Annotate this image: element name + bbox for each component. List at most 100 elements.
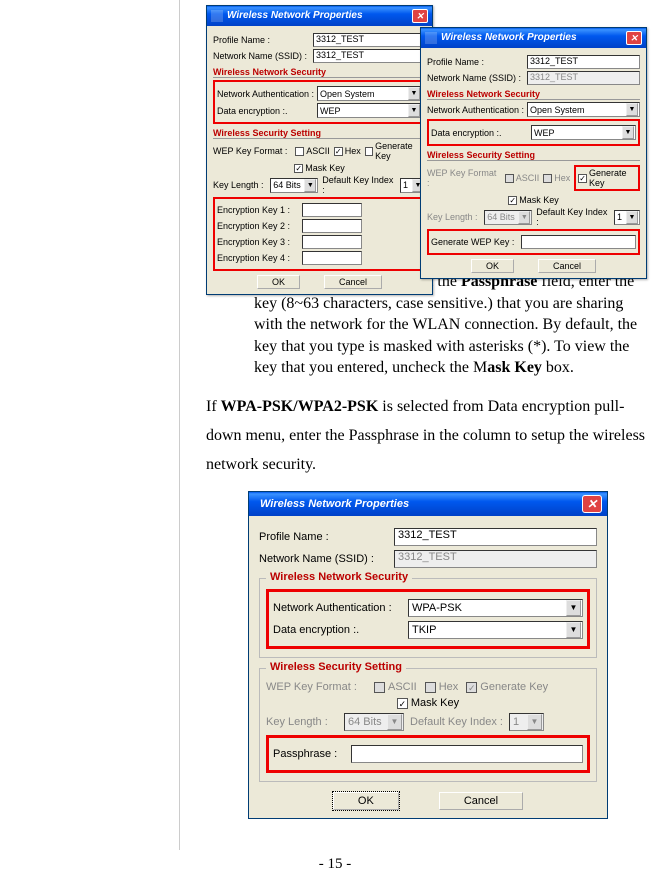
hex-checkbox[interactable]: Hex [334,146,361,156]
enc-select[interactable]: WEP▼ [531,125,636,140]
generate-wep-label: Generate WEP Key : [431,237,521,247]
group-security-setting: Wireless Security Setting [213,128,426,139]
ssid-label: Network Name (SSID) : [259,553,394,565]
chevron-down-icon[interactable]: ▼ [626,211,638,224]
cancel-button[interactable]: Cancel [324,275,382,289]
default-key-index-select[interactable]: 1▼ [614,210,640,225]
default-key-index-label: Default Key Index : [410,716,503,728]
profile-name-input[interactable]: 3312_TEST [394,528,597,546]
wep-format-label: WEP Key Format : [266,681,366,693]
auth-select[interactable]: Open System▼ [527,102,640,117]
group-security-setting: Wireless Security Setting [427,150,640,161]
ok-button[interactable]: OK [257,275,300,289]
ascii-checkbox: ASCII [374,681,417,693]
profile-name-input[interactable]: 3312_TEST [313,33,426,47]
ascii-checkbox: ASCII [505,173,540,183]
highlight-encryption: Data encryption :.WEP▼ [427,119,640,146]
screenshot-wpa-dialog: Wireless Network Properties ✕ Profile Na… [248,491,608,819]
generate-wep-input[interactable] [521,235,636,249]
generate-key-checkbox: Generate Key [466,681,548,693]
ok-button[interactable]: OK [333,792,399,810]
mask-key-checkbox[interactable]: Mask Key [397,697,459,709]
enc-select[interactable]: WEP▼ [317,103,422,118]
top-screenshot-pair: Wireless Network Properties ✕ Profile Na… [206,5,650,257]
hex-checkbox: Hex [425,681,459,693]
hex-checkbox: Hex [543,173,570,183]
close-icon[interactable]: ✕ [626,31,642,45]
chevron-down-icon[interactable]: ▼ [626,103,638,116]
chevron-down-icon[interactable]: ▼ [622,126,634,139]
key-length-select: 64 Bits▼ [344,713,404,731]
dialog-generate-wep: Wireless Network Properties ✕ Profile Na… [420,27,647,279]
enc-key1-label: Encryption Key 1 : [217,205,302,215]
enc-label: Data encryption :. [431,128,531,138]
titlebar: Wireless Network Properties ✕ [207,6,432,26]
auth-select[interactable]: Open System▼ [317,86,422,101]
enc-key1-input[interactable] [302,203,362,217]
mask-key-checkbox[interactable]: Mask Key [294,163,345,173]
profile-name-input[interactable]: 3312_TEST [527,55,640,69]
chevron-down-icon[interactable]: ▼ [566,622,581,638]
group-network-security: Wireless Network Security Network Authen… [259,578,597,658]
key-length-label: Key Length : [266,716,338,728]
passphrase-input[interactable] [351,745,583,763]
highlight-auth-encryption: Network Authentication :Open System▼ Dat… [213,80,426,124]
key-length-label: Key Length : [213,180,266,190]
enc-key3-input[interactable] [302,235,362,249]
chevron-down-icon[interactable]: ▼ [304,179,316,192]
default-key-index-label: Default Key Index : [322,175,396,195]
cancel-button[interactable]: Cancel [538,259,596,273]
enc-key4-label: Encryption Key 4 : [217,253,302,263]
highlight-passphrase: Passphrase : [266,735,590,773]
highlight-encryption-keys: Encryption Key 1 : Encryption Key 2 : En… [213,197,426,271]
chevron-down-icon: ▼ [387,714,402,730]
main-content: Wireless Network Properties ✕ Profile Na… [180,0,670,850]
window-title: Wireless Network Properties [227,6,412,26]
enc-select[interactable]: TKIP▼ [408,621,583,639]
page-number: - 15 - [0,850,670,873]
group-network-security: Wireless Network Security [213,67,426,78]
ok-button[interactable]: OK [471,259,514,273]
chevron-down-icon: ▼ [527,714,542,730]
app-icon [211,10,223,22]
chevron-down-icon[interactable]: ▼ [566,600,581,616]
enc-key4-input[interactable] [302,251,362,265]
highlight-auth-encryption: Network Authentication :WPA-PSK▼ Data en… [266,589,590,649]
close-icon[interactable]: ✕ [582,495,602,513]
enc-key3-label: Encryption Key 3 : [217,237,302,247]
chevron-down-icon: ▼ [518,211,530,224]
paragraph-wpa-setup: If WPA-PSK/WPA2-PSK is selected from Dat… [206,393,650,479]
ssid-label: Network Name (SSID) : [213,51,313,61]
dialog-wep-keys: Wireless Network Properties ✕ Profile Na… [206,5,433,295]
window-title: Wireless Network Properties [260,492,409,516]
ssid-input: 3312_TEST [527,71,640,85]
auth-label: Network Authentication : [273,602,408,614]
generate-key-checkbox[interactable]: Generate Key [365,141,426,161]
enc-label: Data encryption :. [273,624,408,636]
dialog-wpa-psk: Wireless Network Properties ✕ Profile Na… [248,491,608,819]
chevron-down-icon[interactable]: ▼ [408,87,420,100]
profile-name-label: Profile Name : [259,531,394,543]
key-length-select[interactable]: 64 Bits▼ [270,178,318,193]
wep-format-label: WEP Key Format : [213,146,291,156]
auth-label: Network Authentication : [217,89,317,99]
close-icon[interactable]: ✕ [412,9,428,23]
wep-format-label: WEP Key Format : [427,168,501,188]
auth-label: Network Authentication : [427,105,527,115]
ssid-input[interactable]: 3312_TEST [313,49,426,63]
enc-label: Data encryption :. [217,106,317,116]
group-security-setting: Wireless Security Setting WEP Key Format… [259,668,597,782]
titlebar: Wireless Network Properties ✕ [421,28,646,48]
auth-select[interactable]: WPA-PSK▼ [408,599,583,617]
profile-name-label: Profile Name : [213,35,313,45]
enc-key2-input[interactable] [302,219,362,233]
chevron-down-icon[interactable]: ▼ [408,104,420,117]
cancel-button[interactable]: Cancel [439,792,523,810]
mask-key-checkbox[interactable]: Mask Key [508,195,559,205]
group-network-security: Wireless Network Security [427,89,640,100]
generate-key-checkbox[interactable]: Generate Key [578,168,636,188]
ascii-checkbox[interactable]: ASCII [295,146,330,156]
key-length-label: Key Length : [427,212,480,222]
ssid-input: 3312_TEST [394,550,597,568]
app-icon [425,32,437,44]
